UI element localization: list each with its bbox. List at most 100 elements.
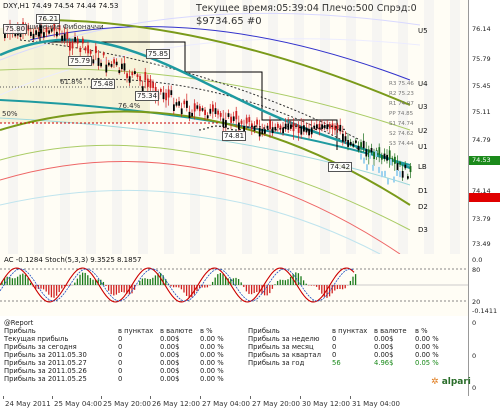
- report-cell: Прибыль за год: [248, 359, 305, 367]
- candle-body: [144, 71, 147, 81]
- logo-text: alpari: [441, 377, 471, 387]
- price-box-75-85[interactable]: 75.85: [146, 49, 171, 59]
- report-cell: Прибыль за 2011.05.30: [4, 351, 87, 359]
- report-cell: 0.05 %: [415, 359, 439, 367]
- pivot-level-label: R2 75.23: [389, 91, 414, 97]
- report-cell: 0.00 %: [200, 343, 224, 351]
- forecast-candle: [363, 157, 365, 164]
- fib-level-50: 50%: [2, 110, 18, 118]
- marker-dot: [315, 128, 317, 131]
- price-box-74-81[interactable]: 74.81: [222, 131, 247, 141]
- osc-top-label: 0.0: [472, 256, 483, 264]
- candle-body: [316, 124, 318, 129]
- candle-body: [186, 100, 188, 108]
- candle-body: [261, 128, 264, 135]
- report-panel: @Report Прибыль в пунктах в валюте в % Текущ…: [0, 316, 468, 397]
- time-tick: [52, 396, 53, 399]
- candle-body: [71, 41, 74, 49]
- candle-body: [253, 125, 256, 131]
- price-box-75-80[interactable]: 75.80: [3, 24, 28, 34]
- candle-body: [113, 59, 115, 64]
- terminal-window: DXY,H1 74.49 74.54 74.44 74.53 Текущее в…: [0, 0, 500, 413]
- candle-body: [269, 120, 271, 130]
- candle-body: [87, 45, 89, 54]
- marker-dot: [275, 129, 277, 131]
- report-cell: 0.00 %: [200, 375, 224, 383]
- marker-dot: [219, 125, 221, 128]
- marker-dot: [327, 125, 329, 127]
- report-header: Прибыль: [4, 327, 36, 335]
- report-cell: 0: [118, 359, 123, 367]
- marker-dot: [291, 125, 293, 127]
- candle-body: [258, 128, 261, 137]
- candle-body: [121, 63, 123, 70]
- price-box-75-34[interactable]: 75.34: [135, 91, 160, 101]
- time-axis[interactable]: 24 May 2011 25 May 04:00 25 May 20:00 26 Ma…: [0, 396, 500, 413]
- marker-dot: [323, 126, 325, 128]
- report-cell: 0.00$: [160, 351, 180, 359]
- report-scale-top: 0: [472, 319, 477, 327]
- price-chart[interactable]: DXY,H1 74.49 74.54 74.44 74.53 Текущее в…: [0, 0, 468, 255]
- candle-body: [349, 141, 352, 145]
- logo-mark-icon: ✲: [431, 377, 439, 387]
- pivot-level-label: S2 74.62: [389, 131, 414, 137]
- candle-body: [180, 108, 183, 115]
- time-tick: [300, 396, 301, 399]
- time-tick: [250, 396, 251, 399]
- report-header: Прибыль: [248, 327, 280, 335]
- candle-body: [175, 102, 178, 106]
- osc-low-label: -0.1411: [472, 307, 498, 315]
- forecast-candle: [372, 164, 374, 171]
- candle-body: [388, 150, 391, 160]
- candle-body: [264, 129, 266, 134]
- report-cell: 0: [118, 343, 123, 351]
- candle-body: [399, 162, 401, 165]
- price-box-75-79[interactable]: 75.79: [68, 56, 93, 66]
- candle-body: [63, 33, 66, 41]
- forecast-candle: [393, 176, 395, 183]
- candle-body: [183, 100, 186, 105]
- candle-body: [230, 116, 232, 123]
- marker-dot: [307, 128, 309, 131]
- candle-body: [160, 89, 162, 92]
- report-cell: 0: [332, 351, 337, 359]
- candle-body: [310, 127, 313, 135]
- pivot-level-label: R1 74.97: [389, 101, 414, 107]
- time-tick: [3, 396, 4, 399]
- candle-body: [256, 119, 258, 125]
- session-stripe: [164, 0, 174, 254]
- price-box-74-42[interactable]: 74.42: [328, 162, 353, 172]
- candle-body: [69, 42, 71, 51]
- server-time-text: Текущее время:05:39:04 Плечо:500 Спрэд:0: [196, 3, 417, 14]
- marker-dot: [279, 128, 281, 130]
- marker-dot: [263, 127, 265, 129]
- alpari-logo: ✲ alpari: [431, 377, 471, 387]
- candle-body: [238, 122, 240, 130]
- candle-body: [284, 123, 287, 130]
- price-tick: 73.79: [472, 215, 491, 223]
- marker-dot: [319, 127, 321, 129]
- candle-body: [108, 62, 110, 66]
- price-tick: 75.79: [472, 55, 491, 63]
- candle-body: [212, 104, 214, 112]
- report-title: @Report: [4, 319, 34, 327]
- candle-body: [82, 38, 84, 44]
- chart-canvas: [0, 0, 460, 254]
- report-cell: 0.00 %: [415, 343, 439, 351]
- candle-body: [131, 72, 134, 76]
- oscillator-pane[interactable]: AC -0.1284 Stoch(5,3,3) 9.3525 8.1857: [0, 254, 468, 317]
- candle-body: [100, 62, 102, 67]
- candle-body: [115, 61, 118, 66]
- price-box-75-48[interactable]: 75.48: [91, 79, 116, 89]
- price-scale[interactable]: 76.14 75.79 75.45 75.11 74.79 74.53 74.1…: [468, 0, 500, 255]
- price-tick: 76.14: [472, 25, 491, 33]
- price-box-76-21[interactable]: 76.21: [36, 14, 61, 24]
- pivot-level-label: S3 74.44: [389, 141, 414, 147]
- marker-dot: [267, 128, 269, 131]
- price-tick: 75.45: [472, 82, 491, 90]
- pivot-level-label: R3 75.46: [389, 81, 414, 87]
- candle-body: [89, 50, 92, 54]
- candle-body: [344, 136, 347, 142]
- time-label: 27 May 04:00: [202, 400, 251, 408]
- candle-body: [383, 153, 386, 159]
